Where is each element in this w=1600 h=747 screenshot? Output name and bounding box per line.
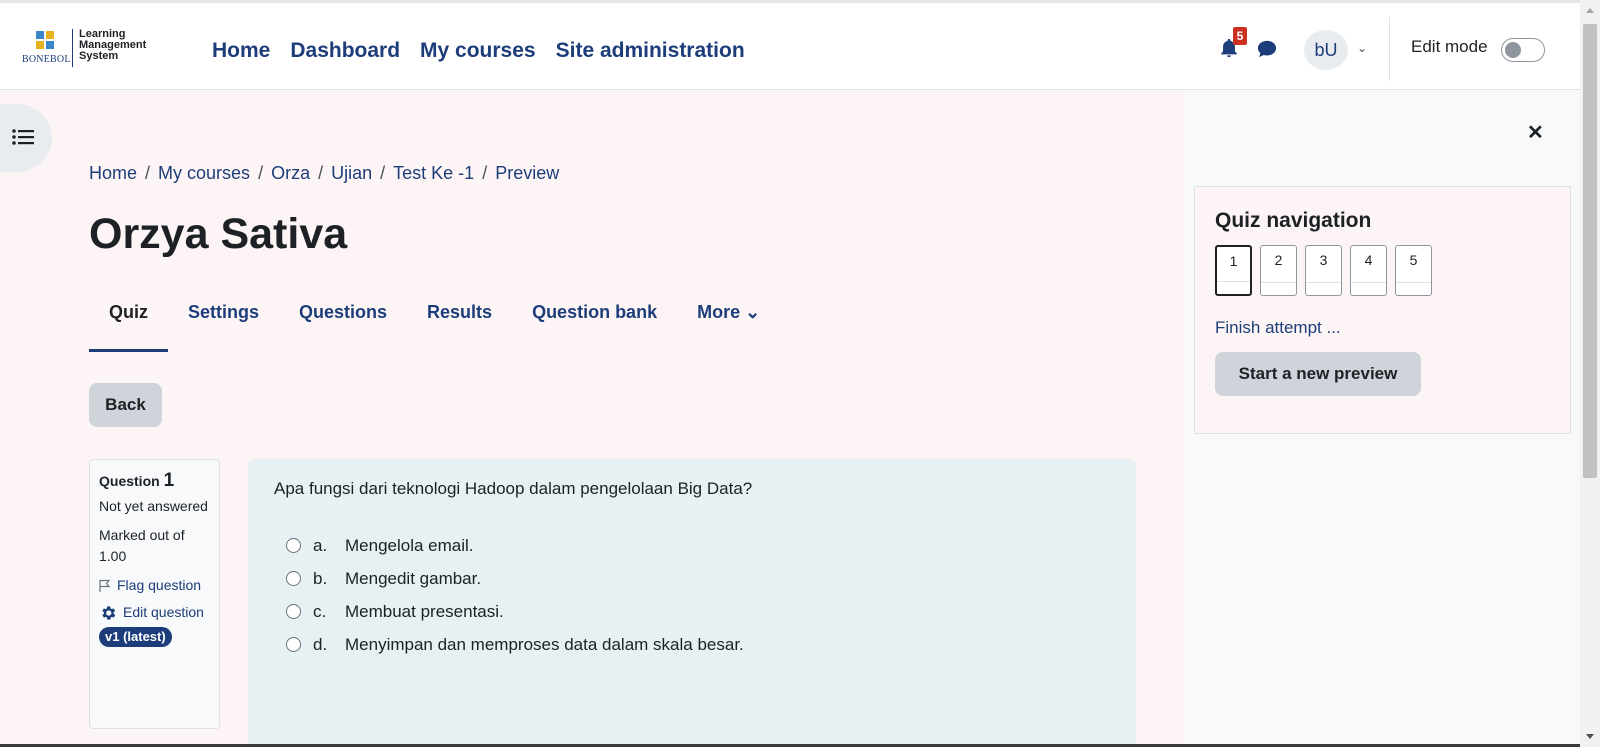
scroll-down-icon[interactable] [1586,734,1594,739]
page-title: Orzya Sativa [89,210,348,258]
quiz-nav-question-5[interactable]: 5 [1395,245,1432,296]
quiz-nav-question-1[interactable]: 1 [1215,245,1252,296]
breadcrumb-quiz[interactable]: Test Ke -1 [393,163,474,184]
flag-question-link[interactable]: Flag question [99,575,210,596]
tab-settings[interactable]: Settings [168,290,279,352]
quiz-navigation-block: Quiz navigation 1 2 3 4 5 Finish attempt… [1194,186,1571,434]
primary-navigation: Home Dashboard My courses Site administr… [212,39,745,63]
question-content: Apa fungsi dari teknologi Hadoop dalam p… [248,459,1136,747]
breadcrumb: Home / My courses / Orza / Ujian / Test … [89,163,560,184]
nav-dashboard[interactable]: Dashboard [290,39,400,63]
scroll-up-icon[interactable] [1586,8,1594,13]
tab-questions[interactable]: Questions [279,290,407,352]
edit-mode-label: Edit mode [1411,37,1488,56]
nav-my-courses[interactable]: My courses [420,39,536,63]
breadcrumb-home[interactable]: Home [89,163,137,184]
question-state: Not yet answered [99,498,208,514]
breadcrumb-course[interactable]: Orza [271,163,310,184]
answer-option-a[interactable]: a. Mengelola email. [274,529,1110,562]
radio-a[interactable] [286,538,301,553]
quiz-navigation-drawer: ✕ Quiz navigation 1 2 3 4 5 Finish attem… [1184,90,1580,747]
list-icon [12,129,34,145]
question-grade: Marked out of 1.00 [99,527,185,564]
answer-option-d[interactable]: d. Menyimpan dan memproses data dalam sk… [274,628,1110,661]
breadcrumb-current[interactable]: Preview [495,163,559,184]
gear-icon [102,605,116,620]
finish-attempt-link[interactable]: Finish attempt ... [1215,318,1550,338]
question-text: Apa fungsi dari teknologi Hadoop dalam p… [274,479,753,498]
question-buttons: 1 2 3 4 5 [1215,245,1550,296]
page-scrollbar[interactable] [1580,0,1600,747]
question-number: Question 1 [99,470,175,491]
chevron-down-icon[interactable]: ⌄ [1357,41,1367,55]
user-avatar[interactable]: bU [1304,30,1348,70]
answer-option-c[interactable]: c. Membuat presentasi. [274,595,1110,628]
answer-list: a. Mengelola email. b. Mengedit gambar. … [274,529,1110,661]
messages-icon[interactable] [1256,39,1278,59]
logo-title: Learning Management System [79,28,147,62]
quiz-nav-question-4[interactable]: 4 [1350,245,1387,296]
breadcrumb-section[interactable]: Ujian [331,163,372,184]
radio-c[interactable] [286,604,301,619]
edit-mode-toggle[interactable] [1501,38,1545,62]
answer-option-b[interactable]: b. Mengedit gambar. [274,562,1110,595]
question-info: Question 1 Not yet answered Marked out o… [89,459,220,729]
start-new-preview-button[interactable]: Start a new preview [1215,352,1421,396]
version-badge: v1 (latest) [99,627,172,647]
tab-question-bank[interactable]: Question bank [512,290,677,352]
course-index-toggle[interactable] [0,104,52,172]
top-navbar: BONEBOL Learning Management System Home … [0,0,1580,90]
close-icon[interactable]: ✕ [1527,120,1544,145]
flag-icon [99,579,111,592]
edit-question-link[interactable]: Edit question [99,602,210,623]
logo-brand-name: BONEBOL [22,54,71,65]
tab-more[interactable]: More ⌄ [677,290,780,352]
site-logo[interactable]: BONEBOL Learning Management System [22,27,172,69]
radio-b[interactable] [286,571,301,586]
radio-d[interactable] [286,637,301,652]
quiz-nav-question-2[interactable]: 2 [1260,245,1297,296]
back-button[interactable]: Back [89,383,162,427]
nav-site-administration[interactable]: Site administration [556,39,745,63]
breadcrumb-my-courses[interactable]: My courses [158,163,250,184]
nav-home[interactable]: Home [212,39,270,63]
tab-results[interactable]: Results [407,290,512,352]
tab-quiz[interactable]: Quiz [89,290,168,352]
scrollbar-thumb[interactable] [1583,24,1597,478]
secondary-navigation: Quiz Settings Questions Results Question… [89,290,780,352]
notification-count-badge: 5 [1233,27,1247,45]
quiz-nav-question-3[interactable]: 3 [1305,245,1342,296]
logo-mark-icon [36,31,56,51]
user-navigation: 5 bU ⌄ Edit mode [1200,3,1580,93]
quiz-navigation-title: Quiz navigation [1215,209,1372,232]
